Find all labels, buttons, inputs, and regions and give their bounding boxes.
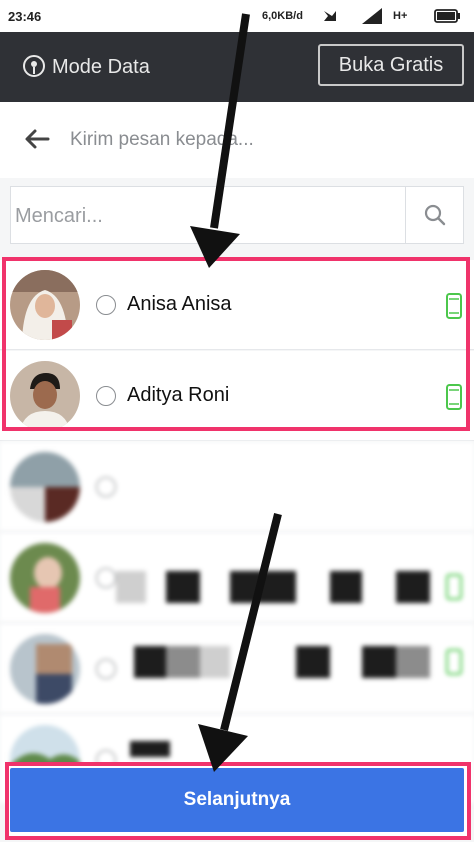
signal-icon [362,8,384,27]
search-input[interactable] [11,187,409,245]
select-radio[interactable] [96,295,116,315]
status-time: 23:46 [8,9,42,24]
select-radio[interactable] [96,659,116,679]
back-arrow-icon[interactable] [24,128,50,155]
data-mode-label: Mode Data [52,56,150,78]
avatar [10,634,80,704]
mobile-phone-icon [445,292,463,325]
avatar [10,452,80,522]
avatar [10,270,80,340]
avatar [10,543,80,613]
next-button[interactable]: Selanjutnya [10,768,464,832]
contact-row-blurred[interactable] [0,442,474,532]
data-mode-bar: Mode Data Buka Gratis [0,32,474,102]
open-free-button[interactable]: Buka Gratis [318,44,464,86]
contact-name: Anisa Anisa [127,293,232,315]
network-type: H+ [393,10,408,22]
search-area [0,178,474,254]
notification-icon [322,8,338,27]
mobile-phone-icon [445,573,463,606]
page-title: Kirim pesan kepada... [70,129,254,150]
select-radio[interactable] [96,477,116,497]
compose-header: Kirim pesan kepada... [0,102,474,178]
mobile-phone-icon [445,648,463,681]
contact-row[interactable]: Anisa Anisa [0,260,474,350]
contact-row-blurred[interactable] [0,624,474,714]
status-bar: 23:46 6,0KB/d H+ [0,0,474,32]
status-speed: 6,0KB/d [262,10,303,22]
avatar [10,361,80,431]
contact-name: Aditya Roni [127,384,230,406]
select-radio[interactable] [96,568,116,588]
contact-row-blurred[interactable] [0,533,474,623]
search-icon [424,204,446,226]
battery-icon [434,8,462,27]
select-radio[interactable] [96,386,116,406]
search-box [10,186,464,245]
mobile-phone-icon [445,383,463,416]
search-button[interactable] [405,187,464,243]
contact-row[interactable]: Aditya Roni [0,351,474,441]
data-mode-icon [22,54,46,83]
